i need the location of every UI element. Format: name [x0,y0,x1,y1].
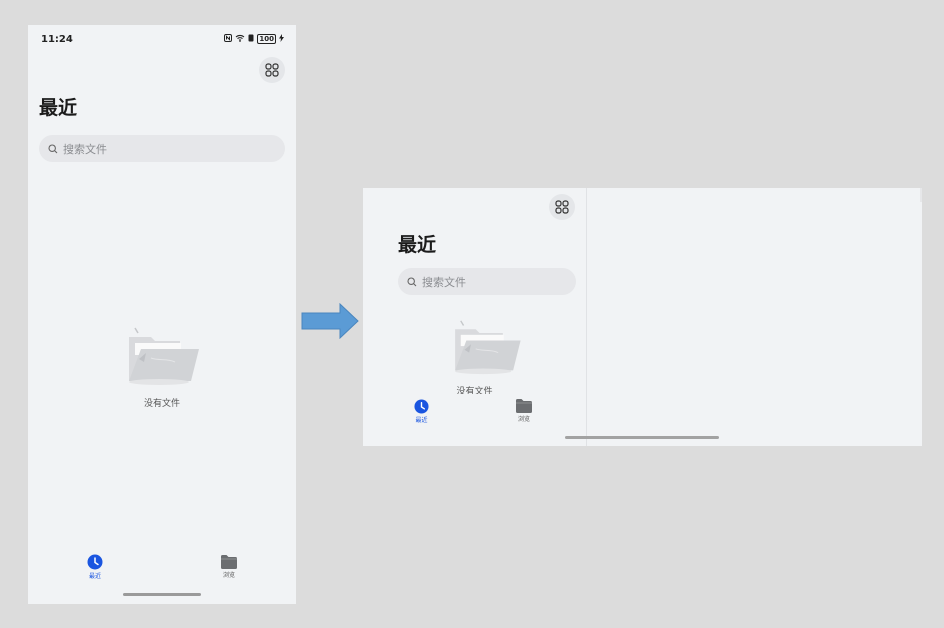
portrait-screen: 11:24 100 最近 搜索文件 没有文件 最近 浏览 [28,25,296,604]
search-icon [48,143,58,153]
clock-icon [87,554,103,570]
wifi-icon [235,34,245,44]
transition-arrow-icon [301,302,359,343]
search-placeholder: 搜索文件 [63,142,107,156]
clock-icon [414,399,429,414]
search-input[interactable]: 搜索文件 [398,268,576,295]
pane-divider [586,188,587,446]
tab-recent[interactable]: 最近 [414,399,429,424]
page-title: 最近 [398,234,437,256]
empty-state-text: 没有文件 [143,399,180,409]
tab-browse-label: 浏览 [222,572,235,579]
grid-icon [265,63,279,77]
charging-icon [279,34,284,44]
edge-marker [920,188,922,202]
empty-folder-illustration [125,325,199,391]
signal-icon [248,34,254,44]
nfc-icon [224,34,233,44]
search-input[interactable]: 搜索文件 [39,135,285,162]
search-icon [407,276,417,286]
home-indicator[interactable] [123,593,201,596]
folder-icon [516,399,532,413]
empty-state-text: 没有文件 [456,387,493,394]
page-title: 最近 [39,97,78,119]
tab-recent-label: 最近 [88,573,101,580]
apps-grid-button[interactable] [259,57,285,83]
tab-browse-label: 浏览 [517,416,530,423]
battery-indicator: 100 [257,34,276,44]
landscape-screen: 最近 搜索文件 没有文件 最近 浏览 [363,188,922,446]
tab-browse[interactable]: 浏览 [218,555,240,579]
tab-recent[interactable]: 最近 [84,554,106,580]
apps-grid-button[interactable] [549,194,575,220]
folder-icon [221,555,237,569]
search-placeholder: 搜索文件 [422,275,466,289]
grid-icon [555,200,569,214]
empty-folder-illustration [451,318,521,380]
status-bar-icons: 100 [224,34,284,44]
tab-recent-label: 最近 [415,417,428,424]
home-indicator[interactable] [565,436,719,439]
tab-browse[interactable]: 浏览 [514,399,534,423]
status-time: 11:24 [41,34,73,45]
